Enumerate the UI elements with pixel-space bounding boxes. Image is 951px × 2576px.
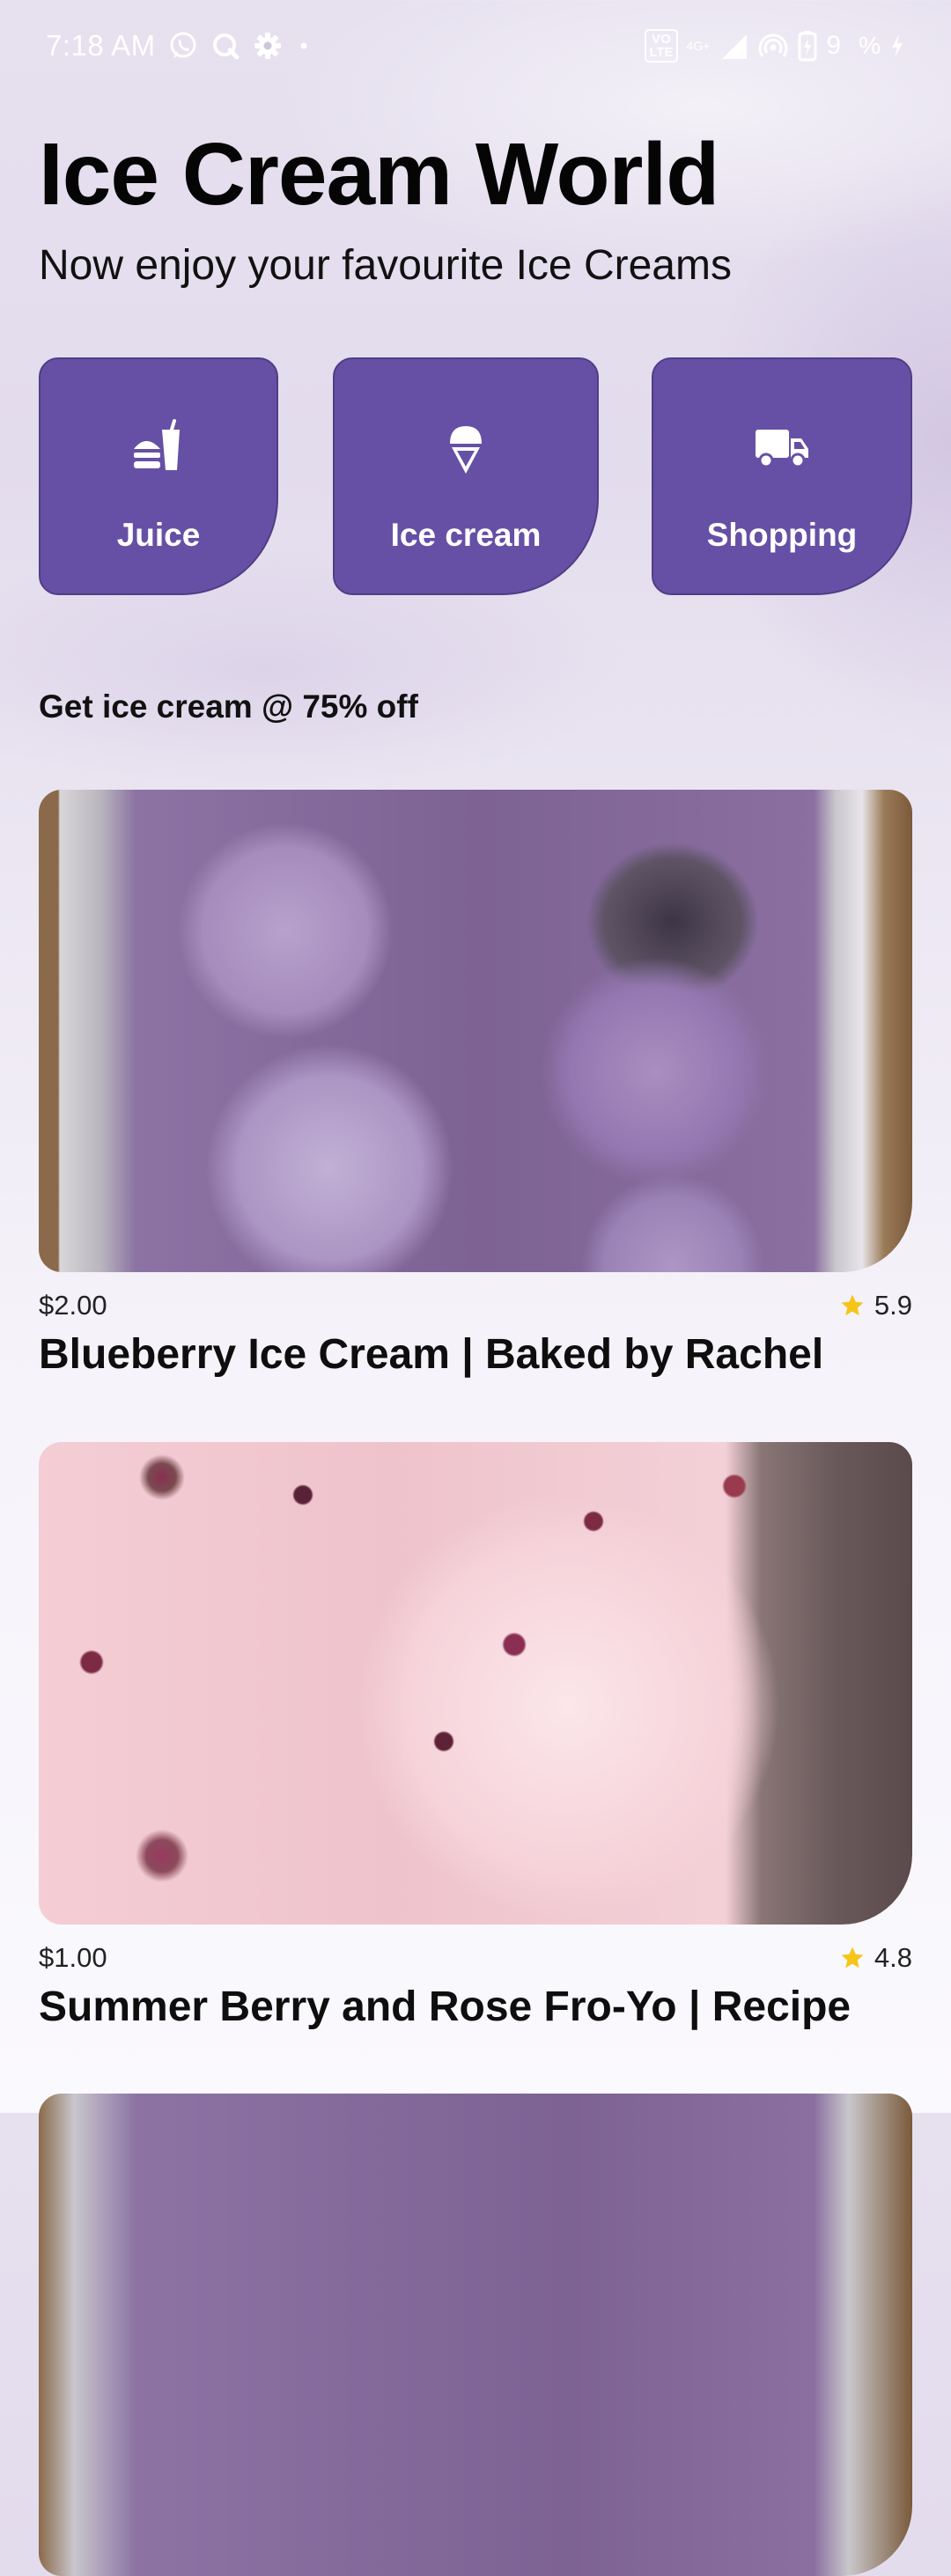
product-name: Blueberry Ice Cream | Baked by Rachel bbox=[39, 1331, 824, 1378]
product-meta: $1.00 4.8 bbox=[39, 1925, 912, 1977]
whatsapp-icon bbox=[168, 31, 198, 61]
product-price: $2.00 bbox=[39, 1290, 107, 1321]
network-type-label: 4G+ bbox=[686, 39, 711, 53]
product-image-blueberry[interactable] bbox=[39, 790, 912, 1272]
status-time: 7:18 AM bbox=[46, 29, 156, 62]
page-title: Ice Cream World bbox=[39, 125, 719, 224]
settings-gear-icon bbox=[253, 31, 283, 61]
product-card[interactable] bbox=[39, 2094, 912, 2576]
battery-icon bbox=[798, 30, 817, 62]
rating-value: 4.8 bbox=[874, 1942, 912, 1973]
volte-bottom-label: LTE bbox=[649, 45, 674, 60]
hotspot-icon bbox=[757, 30, 789, 62]
status-bar: 7:18 AM VO LTE 4G+ 9 % bbox=[0, 0, 951, 92]
star-icon bbox=[841, 1947, 864, 1969]
star-icon bbox=[841, 1294, 864, 1316]
charging-bolt-icon bbox=[889, 33, 905, 59]
category-shopping-button[interactable]: Shopping bbox=[652, 357, 912, 595]
delivery-truck-icon bbox=[653, 419, 910, 475]
product-card[interactable]: $2.00 5.9 Blueberry Ice Cream | Baked by… bbox=[39, 790, 912, 1381]
page-subtitle: Now enjoy your favourite Ice Creams bbox=[39, 242, 732, 289]
rating-value: 5.9 bbox=[874, 1290, 912, 1321]
product-rating: 5.9 bbox=[839, 1290, 912, 1321]
product-card[interactable]: $1.00 4.8 Summer Berry and Rose Fro-Yo |… bbox=[39, 1442, 912, 2034]
category-ice-cream-label: Ice cream bbox=[390, 517, 542, 553]
product-name: Summer Berry and Rose Fro-Yo | Recipe bbox=[39, 1984, 851, 2030]
fastfood-icon bbox=[41, 419, 276, 475]
category-shopping-label: Shopping bbox=[706, 517, 858, 553]
category-ice-cream-button[interactable]: Ice cream bbox=[333, 357, 599, 595]
battery-level: 9 bbox=[826, 31, 842, 60]
promo-heading: Get ice cream @ 75% off bbox=[39, 688, 418, 725]
search-app-icon bbox=[210, 31, 240, 61]
battery-percent-label: % bbox=[859, 32, 881, 59]
product-rating: 4.8 bbox=[839, 1942, 912, 1974]
status-left: 7:18 AM bbox=[46, 26, 313, 65]
category-juice-button[interactable]: Juice bbox=[39, 357, 278, 595]
product-meta: $2.00 5.9 bbox=[39, 1272, 912, 1325]
volte-icon: VO LTE bbox=[645, 29, 678, 63]
product-image-partial[interactable] bbox=[39, 2094, 912, 2576]
cellular-signal-icon bbox=[719, 31, 748, 61]
product-price: $1.00 bbox=[39, 1942, 107, 1973]
product-image-rose-froyo[interactable] bbox=[39, 1442, 912, 1925]
ice-cream-icon bbox=[335, 419, 597, 475]
notification-dot-icon bbox=[295, 37, 313, 55]
category-juice-label: Juice bbox=[116, 517, 201, 553]
status-right: VO LTE 4G+ 9 % bbox=[645, 26, 905, 65]
